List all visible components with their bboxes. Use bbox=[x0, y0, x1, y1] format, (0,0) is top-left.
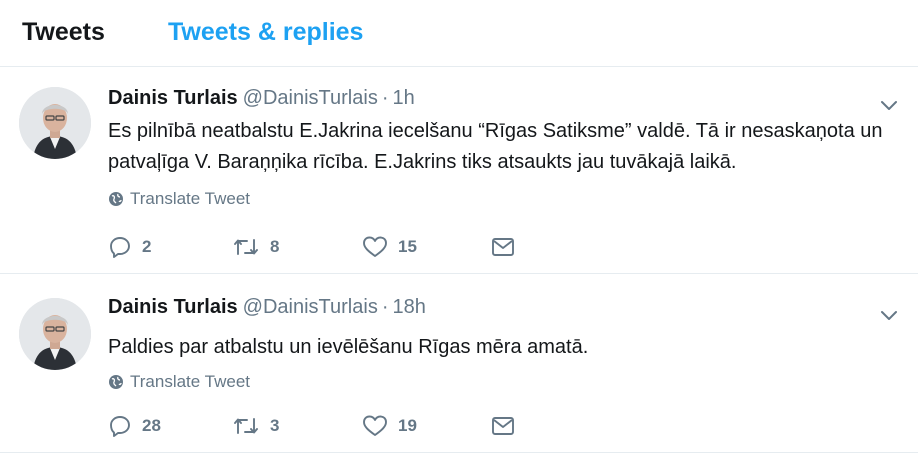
author-handle[interactable]: @DainisTurlais bbox=[243, 87, 378, 109]
translate-label: Translate Tweet bbox=[130, 372, 251, 391]
tab-tweets-and-replies[interactable]: Tweets & replies bbox=[168, 18, 363, 47]
like-count: 19 bbox=[398, 416, 417, 435]
like-count: 15 bbox=[398, 237, 417, 256]
avatar[interactable] bbox=[19, 298, 91, 370]
like-button[interactable]: 15 bbox=[362, 235, 417, 259]
profile-tabs: Tweets Tweets & replies bbox=[0, 0, 918, 67]
author-handle[interactable]: @DainisTurlais bbox=[243, 296, 378, 318]
reply-count: 28 bbox=[142, 416, 161, 435]
like-button[interactable]: 19 bbox=[362, 414, 417, 438]
tweet-timestamp[interactable]: 18h bbox=[393, 296, 426, 318]
author-name[interactable]: Dainis Turlais bbox=[108, 296, 238, 318]
globe-icon bbox=[109, 375, 123, 389]
translate-tweet-link[interactable]: Translate Tweet bbox=[108, 189, 250, 209]
dot-separator: · bbox=[381, 87, 389, 109]
like-icon bbox=[363, 236, 387, 257]
tweet[interactable]: Dainis Turlais @DainisTurlais · 18h Paldies… bbox=[0, 274, 918, 453]
direct-message-icon bbox=[492, 238, 514, 256]
reply-button[interactable]: 2 bbox=[108, 235, 151, 259]
like-icon bbox=[363, 415, 387, 436]
globe-icon bbox=[109, 192, 123, 206]
chevron-down-icon[interactable] bbox=[878, 94, 900, 116]
avatar[interactable] bbox=[19, 87, 91, 159]
direct-message-button[interactable] bbox=[490, 414, 516, 438]
dot-separator: · bbox=[381, 296, 389, 318]
direct-message-button[interactable] bbox=[490, 235, 516, 259]
retweet-button[interactable]: 8 bbox=[232, 235, 279, 259]
translate-tweet-link[interactable]: Translate Tweet bbox=[108, 372, 250, 392]
tweet-timestamp[interactable]: 1h bbox=[393, 87, 415, 109]
reply-icon bbox=[110, 416, 130, 437]
retweet-count: 3 bbox=[270, 416, 280, 435]
direct-message-icon bbox=[492, 417, 514, 435]
retweet-count: 8 bbox=[270, 237, 280, 256]
tweet-text: Es pilnībā neatbalstu E.Jakrina iecelšan… bbox=[108, 120, 883, 173]
retweet-icon bbox=[234, 418, 258, 434]
retweet-button[interactable]: 3 bbox=[232, 414, 279, 438]
reply-button[interactable]: 28 bbox=[108, 414, 161, 438]
author-name[interactable]: Dainis Turlais bbox=[108, 87, 238, 109]
reply-count: 2 bbox=[142, 237, 152, 256]
chevron-down-icon[interactable] bbox=[878, 304, 900, 326]
tweet[interactable]: Dainis Turlais @DainisTurlais · 1h Es pilnī… bbox=[0, 67, 918, 274]
reply-icon bbox=[110, 237, 130, 258]
retweet-icon bbox=[234, 239, 258, 255]
tab-tweets[interactable]: Tweets bbox=[22, 18, 105, 47]
tweet-header: Dainis Turlais @DainisTurlais · 1h bbox=[108, 87, 415, 110]
tweet-text: Paldies par atbalstu un ievēlēšanu Rīgas… bbox=[108, 336, 589, 358]
tweet-header: Dainis Turlais @DainisTurlais · 18h bbox=[108, 296, 426, 319]
translate-label: Translate Tweet bbox=[130, 189, 251, 208]
